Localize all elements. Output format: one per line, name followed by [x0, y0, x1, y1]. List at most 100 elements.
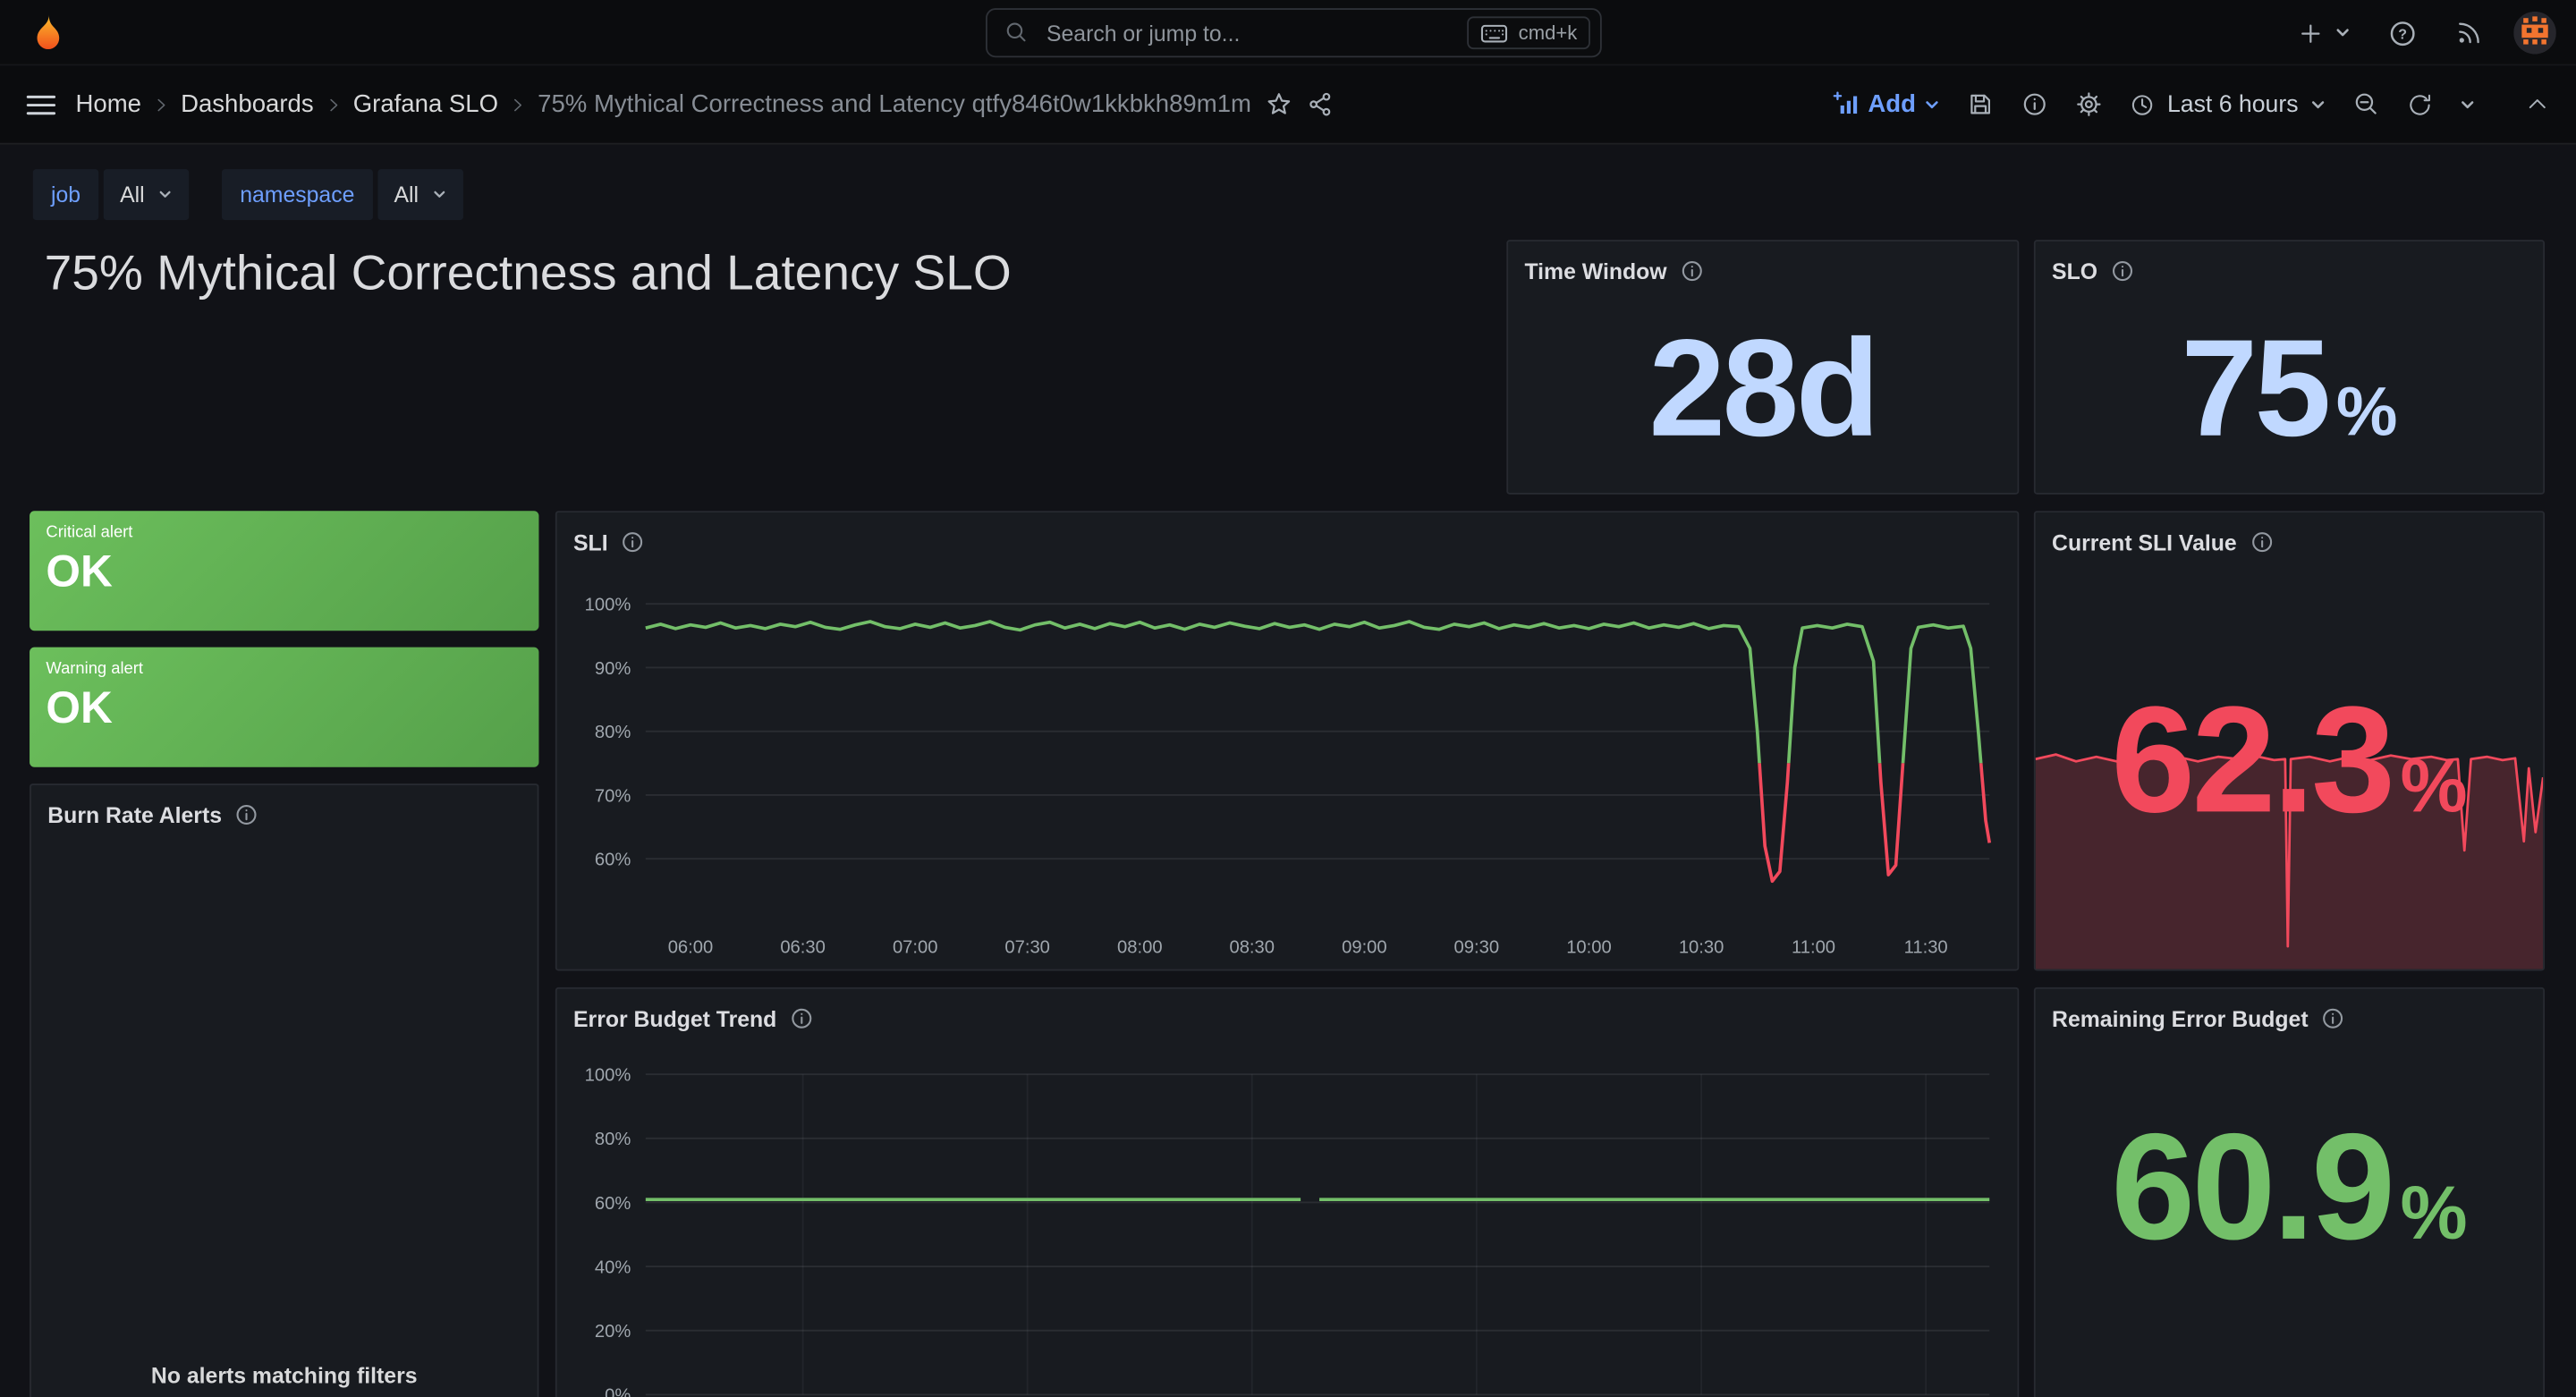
grafana-dashboard: cmd+k ?: [0, 0, 2576, 1397]
panel-title[interactable]: Burn Rate Alerts: [47, 802, 222, 827]
panel-title[interactable]: Remaining Error Budget: [2052, 1006, 2309, 1031]
variable-namespace-label[interactable]: namespace: [222, 169, 373, 220]
favorite-button[interactable]: [1258, 84, 1299, 125]
add-panel-button[interactable]: Add: [1826, 84, 1947, 125]
panel-title[interactable]: Error Budget Trend: [573, 1006, 776, 1031]
collapse-toolbar-button[interactable]: [2519, 86, 2556, 123]
svg-text:?: ?: [2398, 27, 2407, 42]
chevron-down-icon: [1924, 96, 1940, 112]
keyboard-icon: [1480, 22, 1508, 44]
clock-icon: [2130, 91, 2156, 117]
chevron-right-icon: [508, 95, 528, 114]
star-icon: [1265, 90, 1292, 118]
alert-status: OK: [46, 683, 522, 734]
info-icon[interactable]: [2250, 530, 2273, 554]
remaining-error-budget-suffix: %: [2401, 1174, 2468, 1249]
panel-title[interactable]: SLO: [2052, 258, 2097, 284]
svg-text:07:30: 07:30: [1004, 937, 1050, 957]
info-icon[interactable]: [790, 1007, 813, 1030]
breadcrumb-current: 75% Mythical Correctness and Latency qtf…: [531, 87, 1258, 122]
svg-text:10:00: 10:00: [1566, 937, 1612, 957]
chevron-right-icon: [151, 95, 171, 114]
slo-suffix: %: [2336, 377, 2398, 446]
svg-text:60%: 60%: [595, 1194, 631, 1214]
panel-slo: SLO 75 %: [2034, 240, 2545, 495]
toolbar-actions: Add: [1826, 84, 2556, 125]
critical-alert-box[interactable]: Critical alert OK: [30, 511, 538, 631]
variable-job-value[interactable]: All: [104, 169, 190, 220]
variable-filters: job All namespace All: [33, 169, 463, 220]
slo-value: 75: [2181, 318, 2327, 455]
share-button[interactable]: [1299, 84, 1340, 125]
variable-job-selected: All: [120, 182, 145, 207]
sli-chart[interactable]: 60%70%80%90%100%06:0006:3007:0007:3008:0…: [557, 512, 2018, 969]
grafana-logo[interactable]: [26, 12, 69, 55]
variable-namespace: namespace All: [222, 169, 463, 220]
chevron-down-icon: [2460, 96, 2476, 112]
current-sli-stat: 62.3 %: [2111, 685, 2468, 836]
bar-chart-plus-icon: [1832, 90, 1860, 118]
svg-text:06:00: 06:00: [668, 937, 714, 957]
variable-job: job All: [33, 169, 190, 220]
shortcut-label: cmd+k: [1519, 21, 1578, 45]
info-circle-icon: [2021, 90, 2048, 118]
panel-burn-rate-alerts: Burn Rate Alerts No alerts matching filt…: [30, 783, 538, 1397]
refresh-icon: [2407, 91, 2433, 117]
chevron-down-icon: [2309, 96, 2326, 112]
refresh-button[interactable]: [2400, 85, 2439, 124]
rss-icon: [2454, 18, 2484, 47]
svg-text:07:00: 07:00: [893, 937, 938, 957]
help-button[interactable]: ?: [2380, 11, 2425, 55]
news-button[interactable]: [2448, 12, 2491, 55]
dashboard-settings-button[interactable]: [2069, 84, 2110, 125]
alert-label: Critical alert: [46, 524, 522, 542]
zoom-out-button[interactable]: [2346, 84, 2387, 125]
panel-time-window: Time Window 28d: [1506, 240, 2019, 495]
panel-error-budget-trend: Error Budget Trend 0%20%40%60%80%100%06:…: [555, 987, 2019, 1397]
svg-text:08:00: 08:00: [1117, 937, 1163, 957]
time-window-stat: 28d: [1648, 318, 1877, 455]
svg-text:60%: 60%: [595, 851, 631, 870]
info-icon[interactable]: [2111, 259, 2134, 283]
breadcrumb-dashboards[interactable]: Dashboards: [174, 87, 320, 122]
top-navbar: cmd+k ?: [0, 0, 2576, 65]
menu-toggle-button[interactable]: [20, 86, 63, 122]
variable-job-label[interactable]: job: [33, 169, 98, 220]
info-icon[interactable]: [2321, 1007, 2344, 1030]
warning-alert-box[interactable]: Warning alert OK: [30, 648, 538, 767]
alert-label: Warning alert: [46, 660, 522, 678]
add-label: Add: [1868, 90, 1916, 118]
info-icon[interactable]: [1680, 259, 1703, 283]
remaining-error-budget-value: 60.9: [2111, 1112, 2392, 1263]
remaining-error-budget-stat: 60.9 %: [2111, 1112, 2468, 1263]
breadcrumb-folder[interactable]: Grafana SLO: [346, 87, 504, 122]
panel-title[interactable]: SLI: [573, 529, 608, 555]
panel-title[interactable]: Time Window: [1524, 258, 1666, 284]
svg-text:80%: 80%: [595, 1130, 631, 1149]
info-icon[interactable]: [621, 530, 644, 554]
info-icon[interactable]: [235, 803, 258, 826]
svg-text:11:30: 11:30: [1904, 937, 1948, 957]
variable-namespace-value[interactable]: All: [377, 169, 463, 220]
refresh-interval-dropdown[interactable]: [2453, 89, 2482, 119]
search-input[interactable]: [1043, 19, 1454, 47]
current-sli-value: 62.3: [2111, 685, 2392, 836]
plus-icon: [2297, 19, 2325, 47]
svg-text:08:30: 08:30: [1229, 937, 1275, 957]
svg-text:100%: 100%: [585, 1066, 631, 1086]
svg-text:06:30: 06:30: [780, 937, 826, 957]
grafana-flame-icon: [26, 12, 69, 55]
question-circle-icon: ?: [2387, 17, 2419, 48]
svg-text:80%: 80%: [595, 723, 631, 742]
user-avatar[interactable]: [2513, 12, 2556, 55]
error-budget-trend-chart[interactable]: 0%20%40%60%80%100%06:0006:3007:0007:3008…: [557, 989, 2018, 1397]
new-button[interactable]: [2290, 13, 2357, 54]
breadcrumb-home[interactable]: Home: [69, 87, 148, 122]
share-icon: [1306, 90, 1334, 118]
dashboard-insights-button[interactable]: [2014, 84, 2055, 125]
panel-title[interactable]: Current SLI Value: [2052, 529, 2237, 555]
chevron-up-icon: [2525, 92, 2550, 117]
save-dashboard-button[interactable]: [1961, 84, 2002, 125]
time-range-picker[interactable]: Last 6 hours: [2123, 85, 2333, 124]
search-box[interactable]: cmd+k: [986, 8, 1602, 57]
